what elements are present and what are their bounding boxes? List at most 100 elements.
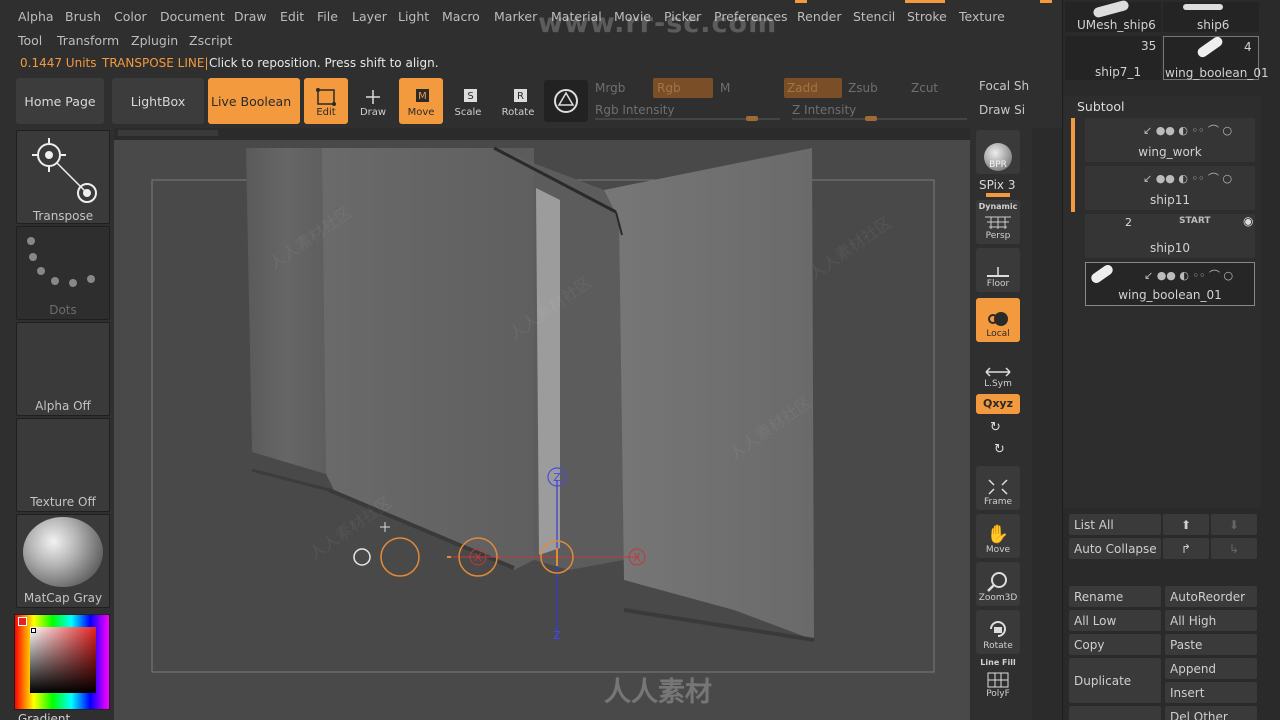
menu-stencil[interactable]: Stencil — [853, 9, 895, 24]
zoom3d-button[interactable]: Zoom3D — [976, 562, 1020, 606]
menu-file[interactable]: File — [317, 9, 338, 24]
subtool-visibility-icons[interactable]: ↙ ●● ◐ ◦◦ ⌒ ○ — [1143, 122, 1232, 138]
z-intensity-slider[interactable] — [792, 116, 967, 121]
color-sv-square[interactable] — [30, 627, 96, 693]
menu-edit[interactable]: Edit — [280, 9, 304, 24]
left-shelf: Transpose Dots Alpha Off Texture Off Mat… — [0, 128, 218, 720]
frame-button[interactable]: Frame — [976, 466, 1020, 510]
subtool-title[interactable]: Subtool — [1077, 99, 1124, 114]
menu-render[interactable]: Render — [797, 9, 842, 24]
rotate-y-icon[interactable]: ↻ — [990, 420, 1001, 435]
recent-tool-thumb[interactable]: ship6 — [1163, 2, 1259, 32]
paste-button[interactable]: Paste — [1165, 634, 1257, 655]
move-down-button[interactable]: ⬇ — [1211, 514, 1257, 535]
xyz-button[interactable]: Qxyz — [976, 394, 1020, 414]
move-up-button[interactable]: ⬆ — [1163, 514, 1209, 535]
subtool-item-selected[interactable]: ↙ ●● ◐ ◦◦ ⌒ ○ wing_boolean_01 — [1085, 262, 1255, 306]
menu-color[interactable]: Color — [114, 9, 147, 24]
menu-layer[interactable]: Layer — [352, 9, 387, 24]
zadd-toggle[interactable]: Zadd — [784, 78, 842, 98]
scroll-strip[interactable] — [118, 130, 218, 136]
menu-tool[interactable]: Tool — [18, 33, 42, 48]
menu-marker[interactable]: Marker — [494, 9, 537, 24]
3d-model-view[interactable]: Z Z X X 人人素材社区 人人素材社区 人人素材社区 人人素材社区 人人素材… — [114, 140, 970, 720]
polyf-button[interactable]: Line Fill PolyF — [976, 658, 1020, 702]
all-low-button[interactable]: All Low — [1069, 610, 1161, 631]
duplicate-button[interactable]: Duplicate — [1069, 658, 1161, 703]
subtool-item[interactable]: ↙ ●● ◐ ◦◦ ⌒ ○ ship11 — [1085, 166, 1255, 210]
canvas-viewport[interactable]: Z Z X X 人人素材社区 人人素材社区 人人素材社区 人人素材社区 人人素材… — [114, 140, 970, 720]
insert-button[interactable]: Insert — [1165, 682, 1257, 703]
menu-light[interactable]: Light — [398, 9, 429, 24]
recent-tool-thumb-active[interactable]: 4 wing_boolean_01 — [1163, 34, 1269, 80]
mrgb-toggle[interactable]: Mrgb — [595, 81, 625, 95]
local-button[interactable]: Local — [976, 298, 1020, 342]
move-view-button[interactable]: ✋ Move — [976, 514, 1020, 558]
alpha-thumb[interactable]: Alpha Off — [16, 322, 110, 416]
spix-slider[interactable] — [986, 193, 1010, 197]
delete-button[interactable] — [1069, 706, 1161, 720]
rgb-intensity-slider[interactable] — [595, 116, 780, 121]
append-button[interactable]: Append — [1165, 658, 1257, 679]
subtool-item[interactable]: 2 START ◉ ship10 — [1085, 214, 1255, 258]
menu-macro[interactable]: Macro — [442, 9, 480, 24]
subtool-scrollbar[interactable] — [1071, 118, 1075, 212]
persp-button[interactable]: Dynamic Persp — [976, 200, 1020, 244]
spix-label[interactable]: SPix 3 — [979, 178, 1015, 192]
collapse-back-button[interactable]: ↳ — [1211, 538, 1257, 559]
floor-button[interactable]: Floor — [976, 248, 1020, 292]
eye-icon[interactable]: ◉ — [1243, 214, 1253, 228]
subtool-visibility-icons[interactable]: ↙ ●● ◐ ◦◦ ⌒ ○ — [1143, 170, 1232, 186]
lsym-button[interactable]: L.Sym — [976, 348, 1020, 392]
menu-transform[interactable]: Transform — [57, 33, 119, 48]
draw-size-label[interactable]: Draw Si — [979, 103, 1025, 117]
subtool-item[interactable]: ↙ ●● ◐ ◦◦ ⌒ ○ wing_work — [1085, 118, 1255, 162]
autoreorder-button[interactable]: AutoReorder — [1165, 586, 1257, 607]
copy-button[interactable]: Copy — [1069, 634, 1161, 655]
rotate-view-button[interactable]: Rotate — [976, 610, 1020, 654]
move-mode-button[interactable]: M Move — [399, 78, 443, 124]
color-picker[interactable] — [14, 614, 110, 710]
transpose-brush-thumb[interactable]: Transpose — [16, 130, 110, 224]
zsub-toggle[interactable]: Zsub — [848, 81, 878, 95]
menu-texture[interactable]: Texture — [959, 9, 1005, 24]
menu-draw[interactable]: Draw — [234, 9, 267, 24]
texture-thumb[interactable]: Texture Off — [16, 418, 110, 512]
menu-zscript[interactable]: Zscript — [189, 33, 232, 48]
draw-mode-button[interactable]: Draw — [351, 78, 395, 124]
stroke-dots-thumb[interactable]: Dots — [16, 226, 110, 320]
menu-document[interactable]: Document — [160, 9, 225, 24]
collapse-forward-button[interactable]: ↱ — [1163, 538, 1209, 559]
all-high-button[interactable]: All High — [1165, 610, 1257, 631]
bpr-button[interactable]: BPR — [976, 130, 1020, 174]
home-page-button[interactable]: Home Page — [16, 78, 104, 124]
z-intensity-knob[interactable] — [864, 116, 877, 121]
scale-mode-button[interactable]: S Scale — [446, 78, 490, 124]
list-all-button[interactable]: List All — [1069, 514, 1161, 535]
auto-collapse-button[interactable]: Auto Collapse — [1069, 538, 1161, 559]
rename-button[interactable]: Rename — [1069, 586, 1161, 607]
live-boolean-button[interactable]: Live Boolean — [208, 78, 300, 124]
focal-shift-label[interactable]: Focal Sh — [979, 79, 1029, 93]
material-thumb[interactable]: MatCap Gray — [16, 514, 110, 608]
lightbox-button[interactable]: LightBox — [112, 78, 204, 124]
rgb-intensity-knob[interactable] — [746, 116, 759, 121]
wing-silhouette-icon — [1195, 34, 1225, 60]
subtool-visibility-icons[interactable]: ↙ ●● ◐ ◦◦ ⌒ ○ — [1144, 267, 1233, 283]
menu-stroke[interactable]: Stroke — [907, 9, 947, 24]
rotate-mode-button[interactable]: R Rotate — [496, 78, 540, 124]
recent-tool-thumb[interactable]: 35 ship7_1 — [1065, 36, 1161, 80]
menu-zplugin[interactable]: Zplugin — [131, 33, 178, 48]
rotate-z-icon[interactable]: ↻ — [994, 442, 1005, 457]
menu-brush[interactable]: Brush — [65, 9, 101, 24]
material-sphere-button[interactable] — [544, 80, 588, 122]
zcut-toggle[interactable]: Zcut — [911, 81, 938, 95]
del-other-button[interactable]: Del Other — [1165, 706, 1257, 720]
rgb-toggle[interactable]: Rgb — [653, 78, 713, 98]
bpr-label: BPR — [989, 160, 1007, 170]
edit-mode-button[interactable]: Edit — [304, 78, 348, 124]
menu-alpha[interactable]: Alpha — [18, 9, 54, 24]
primary-color-swatch[interactable] — [18, 617, 27, 626]
m-toggle[interactable]: M — [720, 81, 730, 95]
recent-tool-thumb[interactable]: UMesh_ship6 — [1065, 0, 1161, 32]
